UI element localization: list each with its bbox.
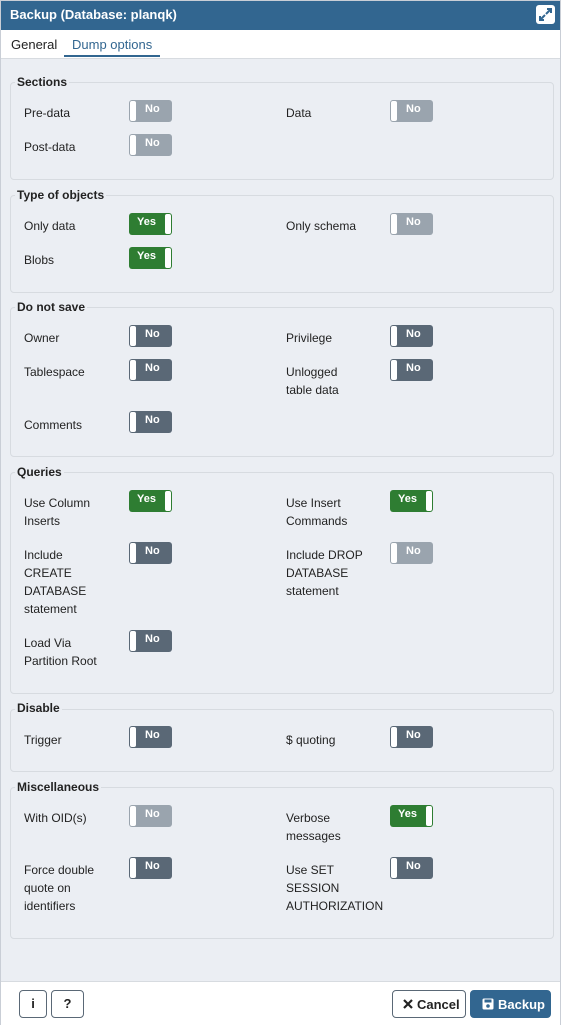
label-only-data: Only data	[24, 219, 76, 233]
label-only-schema: Only schema	[286, 219, 357, 233]
tab-general[interactable]: General	[11, 37, 57, 52]
backup-label: Backup	[498, 997, 545, 1012]
label-use-set-session-authorization: Use SET SESSION AUTHORIZATION	[286, 863, 384, 913]
label-privilege: Privilege	[286, 331, 333, 345]
label-force-double-quote: Force double quote on identifiers	[24, 863, 95, 913]
fieldset-disable	[10, 709, 554, 772]
toggle-use-column-inserts[interactable]: Yes	[129, 490, 172, 512]
toggle-post-data[interactable]: No	[129, 134, 172, 156]
backup-button[interactable]: Backup	[470, 990, 551, 1018]
label-use-column-inserts: Use Column Inserts	[24, 496, 91, 528]
cancel-label: Cancel	[417, 997, 460, 1012]
label-comments: Comments	[24, 418, 83, 432]
toggle-load-via-partition-root[interactable]: No	[129, 630, 172, 652]
fieldset-sections	[10, 82, 554, 180]
toggle-include-create-database[interactable]: No	[129, 542, 172, 564]
close-icon	[403, 996, 413, 1015]
dialog-footer: i ? Cancel Backup	[1, 981, 560, 1025]
info-button[interactable]: i	[19, 990, 47, 1018]
toggle-with-oids[interactable]: No	[129, 805, 172, 827]
label-unlogged-table-data: Unlogged table data	[286, 365, 339, 397]
backup-dialog: Backup (Database: planqk) General Dump o…	[0, 0, 561, 1025]
label-tablespace: Tablespace	[24, 365, 85, 379]
label-dollar-quoting: $ quoting	[286, 733, 336, 747]
label-data: Data	[286, 106, 312, 120]
label-verbose-messages: Verbose messages	[286, 811, 341, 843]
fieldset-do-not-save	[10, 307, 554, 457]
toggle-owner[interactable]: No	[129, 325, 172, 347]
label-trigger: Trigger	[24, 733, 62, 747]
toggle-include-drop-database[interactable]: No	[390, 542, 433, 564]
toggle-use-set-session-authorization[interactable]: No	[390, 857, 433, 879]
toggle-only-schema[interactable]: No	[390, 213, 433, 235]
label-with-oids: With OID(s)	[24, 811, 87, 825]
active-tab-indicator	[64, 55, 160, 57]
toggle-verbose-messages[interactable]: Yes	[390, 805, 433, 827]
info-icon: i	[31, 996, 35, 1011]
tab-dump-options[interactable]: Dump options	[72, 37, 152, 52]
label-blobs: Blobs	[24, 253, 55, 267]
toggle-trigger[interactable]: No	[129, 726, 172, 748]
label-load-via-partition-root: Load Via Partition Root	[24, 636, 97, 668]
help-button[interactable]: ?	[51, 990, 84, 1018]
expand-icon[interactable]	[536, 5, 555, 24]
toggle-comments[interactable]: No	[129, 411, 172, 433]
legend-miscellaneous: Miscellaneous	[15, 780, 102, 794]
toggle-dollar-quoting[interactable]: No	[390, 726, 433, 748]
save-icon	[482, 996, 494, 1015]
toggle-blobs[interactable]: Yes	[129, 247, 172, 269]
toggle-unlogged-table-data[interactable]: No	[390, 359, 433, 381]
dialog-title: Backup (Database: planqk)	[10, 7, 177, 22]
legend-queries: Queries	[15, 465, 64, 479]
label-owner: Owner	[24, 331, 60, 345]
label-post-data: Post-data	[24, 140, 76, 154]
fieldset-type-of-objects	[10, 195, 554, 293]
toggle-only-data[interactable]: Yes	[129, 213, 172, 235]
legend-disable: Disable	[15, 701, 62, 715]
label-use-insert-commands: Use Insert Commands	[286, 496, 348, 528]
cancel-button[interactable]: Cancel	[392, 990, 466, 1018]
toggle-use-insert-commands[interactable]: Yes	[390, 490, 433, 512]
toggle-tablespace[interactable]: No	[129, 359, 172, 381]
legend-type-of-objects: Type of objects	[15, 188, 107, 202]
toggle-privilege[interactable]: No	[390, 325, 433, 347]
toggle-force-double-quote[interactable]: No	[129, 857, 172, 879]
label-include-create-database: Include CREATE DATABASE statement	[24, 548, 87, 616]
label-include-drop-database: Include DROP DATABASE statement	[286, 548, 363, 598]
toggle-data[interactable]: No	[390, 100, 433, 122]
legend-sections: Sections	[15, 75, 70, 89]
toggle-pre-data[interactable]: No	[129, 100, 172, 122]
label-pre-data: Pre-data	[24, 106, 71, 120]
tab-bar: General Dump options	[1, 30, 560, 59]
legend-do-not-save: Do not save	[15, 300, 88, 314]
dialog-titlebar[interactable]: Backup (Database: planqk)	[1, 1, 560, 30]
help-icon: ?	[63, 996, 72, 1011]
